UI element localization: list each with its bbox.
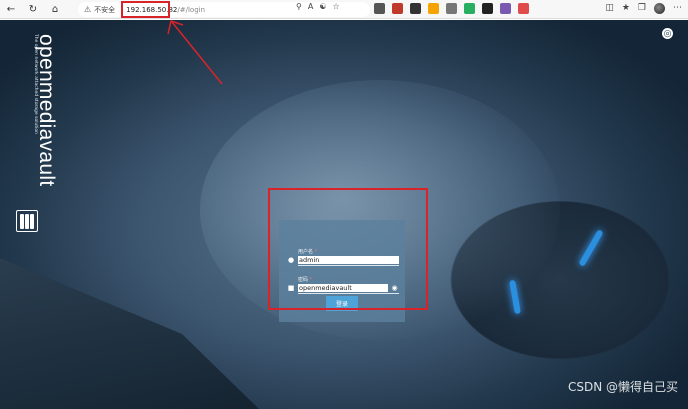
annotation-arrow — [167, 20, 223, 85]
